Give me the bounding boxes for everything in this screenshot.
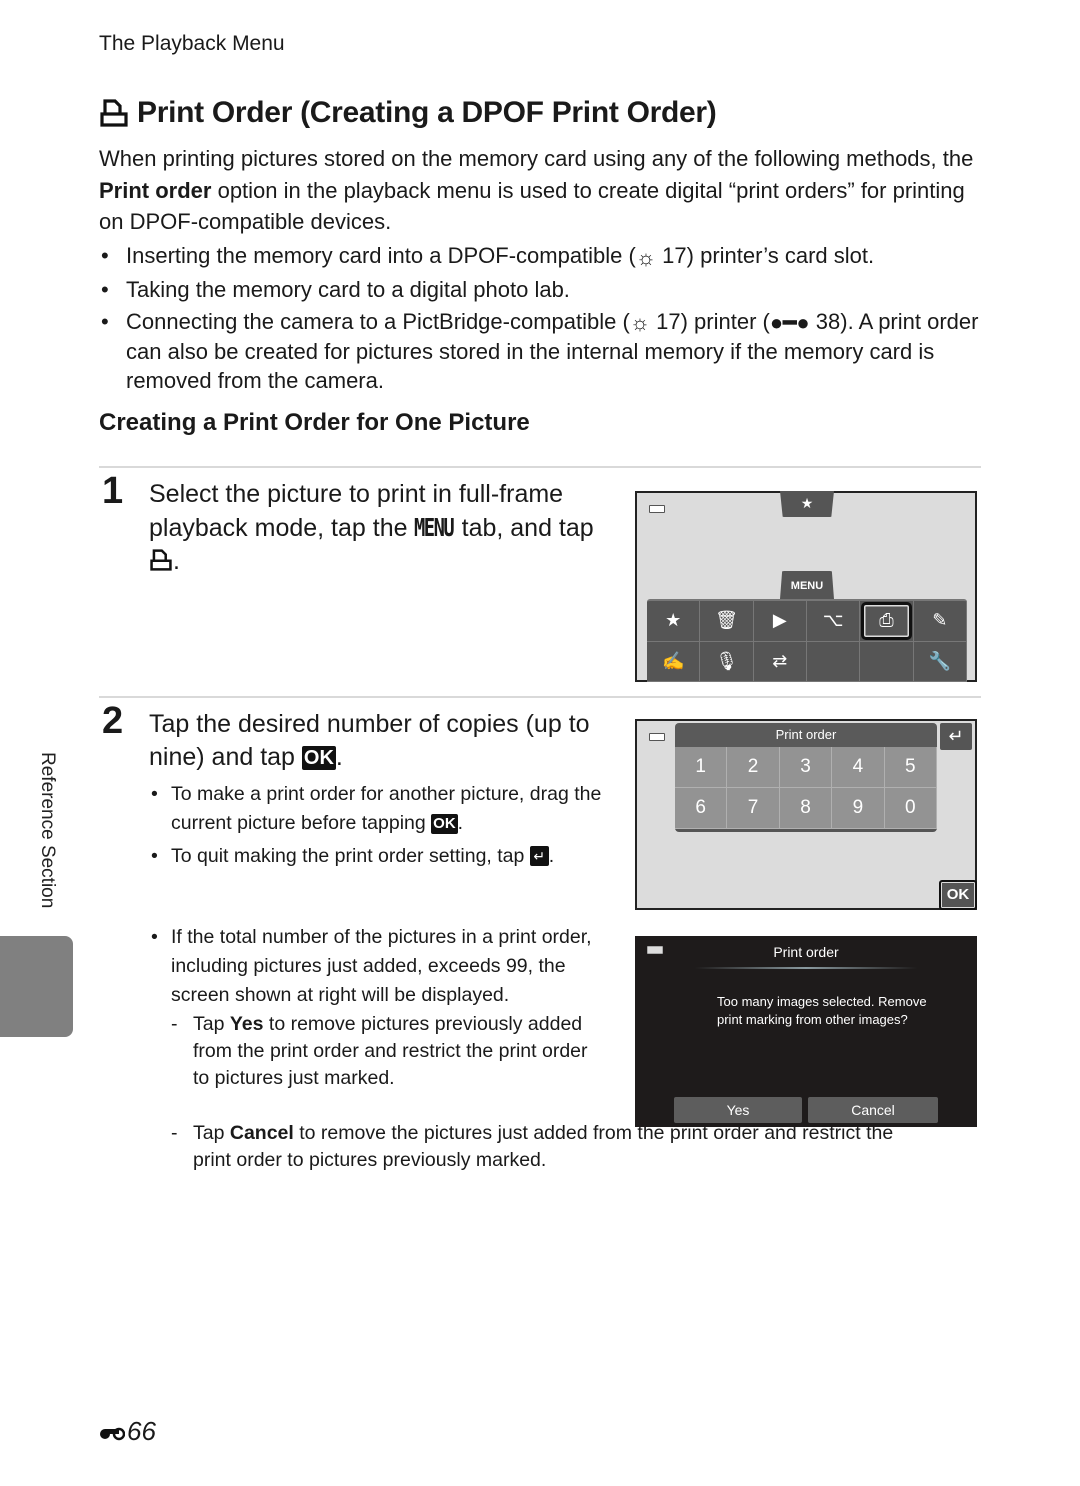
- list-item: Tap Yes to remove pictures previously ad…: [171, 1011, 609, 1092]
- menu-button-label: MENU: [414, 513, 455, 542]
- key-6[interactable]: 6: [675, 788, 728, 829]
- copy-icon[interactable]: ⇄: [753, 641, 807, 682]
- protect-key-icon[interactable]: ⌥: [806, 601, 861, 642]
- delete-icon[interactable]: 🗑: [700, 601, 754, 642]
- favorite-pictures-icon[interactable]: ★: [647, 601, 701, 642]
- playback-menu-grid: ★ 🗑 ▶ ⌥ ⎙ ✎ ✍ 🎙 ⇄ 🔧: [647, 599, 967, 682]
- page-number: 66: [99, 1416, 156, 1447]
- camera-screen-copies-keypad: Print order 1 2 3 4 5 6 7 8 9 0 ↵ OK: [635, 719, 977, 910]
- back-icon: ↵: [529, 846, 549, 866]
- list-item: If the total number of the pictures in a…: [149, 923, 609, 1092]
- key-8[interactable]: 8: [779, 788, 833, 829]
- camera-screen-too-many-dialog: Print order Too many images selected. Re…: [635, 936, 977, 1127]
- tip-icon: ☼: [629, 310, 650, 336]
- methods-list: Inserting the memory card into a DPOF-co…: [99, 241, 989, 398]
- page-title-text: Print Order (Creating a DPOF Print Order…: [137, 96, 717, 129]
- step-number: 2: [102, 700, 124, 742]
- keypad-title: Print order: [675, 723, 937, 747]
- divider: [99, 466, 981, 468]
- setup-wrench-icon[interactable]: 🔧: [913, 641, 967, 682]
- ok-icon: OK: [301, 746, 336, 770]
- empty-cell: [860, 641, 914, 682]
- list-item: To quit making the print order setting, …: [149, 842, 619, 871]
- tip-icon: ☼: [635, 244, 657, 270]
- edit-pencil-icon[interactable]: ✎: [913, 601, 967, 642]
- key-5[interactable]: 5: [884, 747, 937, 788]
- cancel-button[interactable]: Cancel: [808, 1097, 938, 1123]
- intro-paragraph: When printing pictures stored on the mem…: [99, 146, 974, 234]
- ok-icon: OK: [431, 814, 458, 834]
- divider: [99, 696, 981, 698]
- key-2[interactable]: 2: [727, 747, 780, 788]
- print-order-icon: [100, 99, 128, 127]
- list-item: Inserting the memory card into a DPOF-co…: [99, 241, 989, 272]
- page-title: Print Order (Creating a DPOF Print Order…: [99, 96, 717, 130]
- section-thumb-tab: [0, 936, 73, 1037]
- dialog-title: Print order: [773, 944, 839, 960]
- step-2-text: Tap the desired number of copies (up to …: [149, 710, 590, 771]
- favorite-tab[interactable]: ★: [780, 491, 834, 517]
- yes-button[interactable]: Yes: [674, 1097, 802, 1123]
- number-keypad: 1 2 3 4 5 6 7 8 9 0: [675, 747, 937, 832]
- overflow-options: Tap Yes to remove pictures previously ad…: [171, 1011, 609, 1092]
- section-side-label: Reference Section: [37, 752, 58, 909]
- section-heading: Creating a Print Order for One Picture: [99, 409, 530, 436]
- list-item: Tap Cancel to remove the pictures just a…: [171, 1120, 931, 1174]
- dialog-divider: [695, 967, 917, 969]
- key-1[interactable]: 1: [675, 747, 728, 788]
- voice-memo-edit-icon[interactable]: ✍: [647, 641, 701, 682]
- camera-screen-playback-menu: ★ MENU ★ 🗑 ▶ ⌥ ⎙ ✎ ✍ 🎙 ⇄ 🔧: [635, 491, 977, 682]
- key-7[interactable]: 7: [727, 788, 780, 829]
- step-number: 1: [102, 470, 124, 512]
- ok-button[interactable]: OK: [939, 880, 977, 910]
- list-item: Connecting the camera to a PictBridge-co…: [99, 307, 989, 396]
- battery-icon: [649, 733, 665, 741]
- print-order-menu-icon[interactable]: ⎙: [860, 601, 914, 642]
- reference-binoculars-icon: [100, 1427, 125, 1440]
- step-1-text: Select the picture to print in full-fram…: [149, 480, 594, 575]
- list-item: To make a print order for another pictur…: [149, 780, 619, 838]
- print-order-term: Print order: [99, 177, 212, 203]
- menu-tab[interactable]: MENU: [780, 571, 834, 599]
- key-0[interactable]: 0: [884, 788, 937, 829]
- key-3[interactable]: 3: [779, 747, 833, 788]
- print-order-icon: [150, 549, 172, 571]
- empty-cell: [806, 641, 861, 682]
- key-9[interactable]: 9: [832, 788, 885, 829]
- key-4[interactable]: 4: [832, 747, 885, 788]
- overflow-note: If the total number of the pictures in a…: [149, 923, 609, 1096]
- battery-icon: [649, 505, 665, 513]
- microphone-icon[interactable]: 🎙: [700, 641, 754, 682]
- slide-show-icon[interactable]: ▶: [753, 601, 807, 642]
- reference-binoculars-icon: ●━●: [769, 310, 810, 336]
- running-head: The Playback Menu: [99, 32, 285, 55]
- overflow-cancel-option: Tap Cancel to remove the pictures just a…: [171, 1120, 931, 1174]
- step-2-notes: To make a print order for another pictur…: [149, 780, 619, 875]
- dialog-message: Too many images selected. Remove print m…: [717, 994, 927, 1027]
- back-button[interactable]: ↵: [940, 723, 972, 750]
- list-item: Taking the memory card to a digital phot…: [99, 275, 989, 304]
